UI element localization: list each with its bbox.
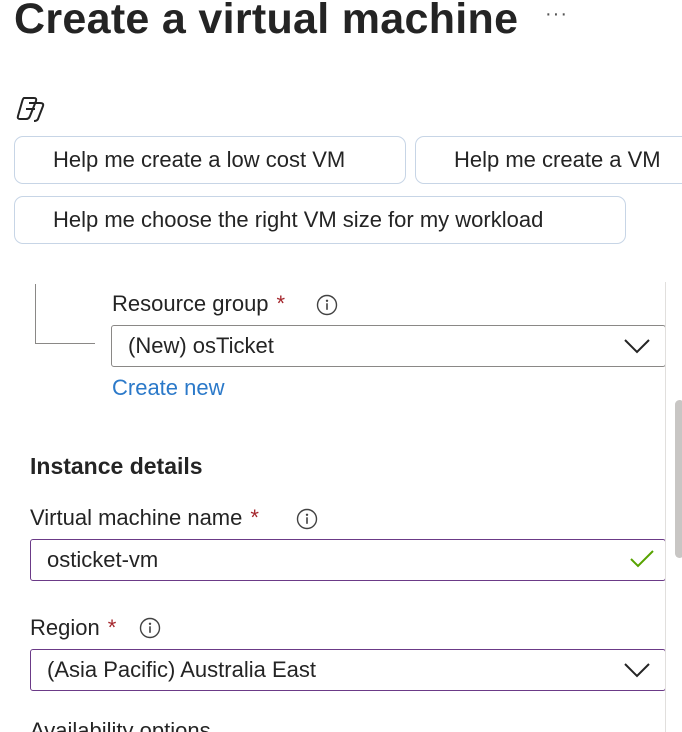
region-label-text: Region xyxy=(30,615,100,640)
scrollbar-track xyxy=(665,282,666,732)
info-icon[interactable] xyxy=(316,294,338,316)
suggestion-choose-vm-size[interactable]: Help me choose the right VM size for my … xyxy=(14,196,626,244)
required-asterisk: * xyxy=(276,291,286,316)
required-asterisk: * xyxy=(107,615,117,640)
availability-options-label: Availability options xyxy=(30,718,211,732)
vm-name-value: osticket-vm xyxy=(47,547,159,572)
checkmark-icon xyxy=(630,550,654,568)
suggestion-low-cost-vm[interactable]: Help me create a low cost VM xyxy=(14,136,406,184)
region-value: (Asia Pacific) Australia East xyxy=(47,657,316,682)
tree-connector-vertical xyxy=(35,284,36,344)
copilot-icon xyxy=(16,97,45,122)
create-new-link[interactable]: Create new xyxy=(112,375,225,401)
resource-group-dropdown[interactable]: (New) osTicket xyxy=(111,325,666,367)
instance-details-heading: Instance details xyxy=(30,453,203,479)
resource-group-label: Resource group * xyxy=(112,291,285,317)
chevron-down-icon xyxy=(624,339,650,354)
info-icon[interactable] xyxy=(296,508,318,530)
vm-name-input[interactable]: osticket-vm xyxy=(30,539,666,581)
resource-group-label-text: Resource group xyxy=(112,291,269,316)
region-dropdown[interactable]: (Asia Pacific) Australia East xyxy=(30,649,666,691)
chevron-down-icon xyxy=(624,663,650,678)
region-label: Region * xyxy=(30,615,116,641)
create-vm-page: Create a virtual machine ··· Help me cre… xyxy=(0,0,682,732)
info-icon[interactable] xyxy=(139,617,161,639)
vm-name-label: Virtual machine name * xyxy=(30,505,259,531)
suggestion-create-vm[interactable]: Help me create a VM xyxy=(415,136,682,184)
more-options-button[interactable]: ··· xyxy=(545,4,568,24)
vm-name-label-text: Virtual machine name xyxy=(30,505,243,530)
required-asterisk: * xyxy=(250,505,259,530)
tree-connector-horizontal xyxy=(35,343,95,344)
scrollbar-thumb[interactable] xyxy=(675,400,682,558)
page-title: Create a virtual machine xyxy=(14,0,519,43)
resource-group-value: (New) osTicket xyxy=(128,333,274,358)
